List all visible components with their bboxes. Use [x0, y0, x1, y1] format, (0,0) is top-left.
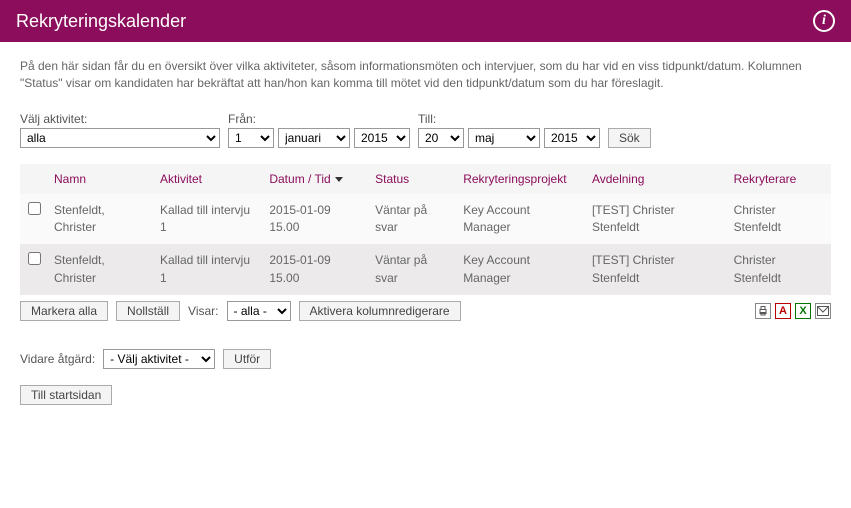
cell-department: [TEST] Christer Stenfeldt — [586, 194, 728, 245]
cell-project: Key Account Manager — [457, 244, 586, 295]
row-checkbox[interactable] — [28, 202, 41, 215]
from-month-select[interactable]: januari — [278, 128, 350, 148]
calendar-table: Namn Aktivitet Datum / Tid Status Rekryt… — [20, 164, 831, 296]
cell-datetime: 2015-01-09 15.00 — [263, 194, 369, 245]
page-title: Rekryteringskalender — [16, 11, 186, 32]
col-project[interactable]: Rekryteringsprojekt — [457, 164, 586, 194]
print-icon[interactable] — [755, 303, 771, 319]
cell-department: [TEST] Christer Stenfeldt — [586, 244, 728, 295]
reset-button[interactable]: Nollställ — [116, 301, 180, 321]
email-icon[interactable] — [815, 303, 831, 319]
from-label: Från: — [228, 112, 410, 126]
intro-text: På den här sidan får du en översikt över… — [20, 58, 831, 92]
row-checkbox[interactable] — [28, 252, 41, 265]
col-status[interactable]: Status — [369, 164, 457, 194]
activity-label: Välj aktivitet: — [20, 112, 220, 126]
mark-all-button[interactable]: Markera alla — [20, 301, 108, 321]
filter-bar: Välj aktivitet: alla Från: 1 januari 201… — [20, 112, 831, 148]
back-to-start-button[interactable]: Till startsidan — [20, 385, 112, 405]
from-day-select[interactable]: 1 — [228, 128, 274, 148]
further-action-label: Vidare åtgärd: — [20, 352, 95, 366]
cell-name: Stenfeldt, Christer — [48, 194, 154, 245]
execute-button[interactable]: Utför — [223, 349, 271, 369]
activity-select[interactable]: alla — [20, 128, 220, 148]
col-department[interactable]: Avdelning — [586, 164, 728, 194]
cell-activity: Kallad till intervju 1 — [154, 244, 263, 295]
from-year-select[interactable]: 2015 — [354, 128, 410, 148]
to-label: Till: — [418, 112, 600, 126]
page-header: Rekryteringskalender i — [0, 0, 851, 42]
search-button[interactable]: Sök — [608, 128, 651, 148]
table-row: Stenfeldt, ChristerKallad till intervju … — [20, 194, 831, 245]
cell-project: Key Account Manager — [457, 194, 586, 245]
column-editor-button[interactable]: Aktivera kolumnredigerare — [299, 301, 461, 321]
to-day-select[interactable]: 20 — [418, 128, 464, 148]
cell-status: Väntar på svar — [369, 194, 457, 245]
cell-recruiter: Christer Stenfeldt — [728, 194, 831, 245]
excel-icon[interactable]: X — [795, 303, 811, 319]
cell-recruiter: Christer Stenfeldt — [728, 244, 831, 295]
col-recruiter[interactable]: Rekryterare — [728, 164, 831, 194]
table-row: Stenfeldt, ChristerKallad till intervju … — [20, 244, 831, 295]
cell-activity: Kallad till intervju 1 — [154, 194, 263, 245]
to-month-select[interactable]: maj — [468, 128, 540, 148]
cell-name: Stenfeldt, Christer — [48, 244, 154, 295]
table-header-row: Namn Aktivitet Datum / Tid Status Rekryt… — [20, 164, 831, 194]
to-year-select[interactable]: 2015 — [544, 128, 600, 148]
pdf-icon[interactable]: A — [775, 303, 791, 319]
showing-select[interactable]: - alla - — [227, 301, 291, 321]
sort-desc-icon — [335, 177, 343, 182]
info-icon[interactable]: i — [813, 10, 835, 32]
cell-datetime: 2015-01-09 15.00 — [263, 244, 369, 295]
col-name[interactable]: Namn — [48, 164, 154, 194]
showing-label: Visar: — [188, 304, 218, 318]
col-datetime[interactable]: Datum / Tid — [263, 164, 369, 194]
col-activity[interactable]: Aktivitet — [154, 164, 263, 194]
further-action-select[interactable]: - Välj aktivitet - — [103, 349, 215, 369]
cell-status: Väntar på svar — [369, 244, 457, 295]
